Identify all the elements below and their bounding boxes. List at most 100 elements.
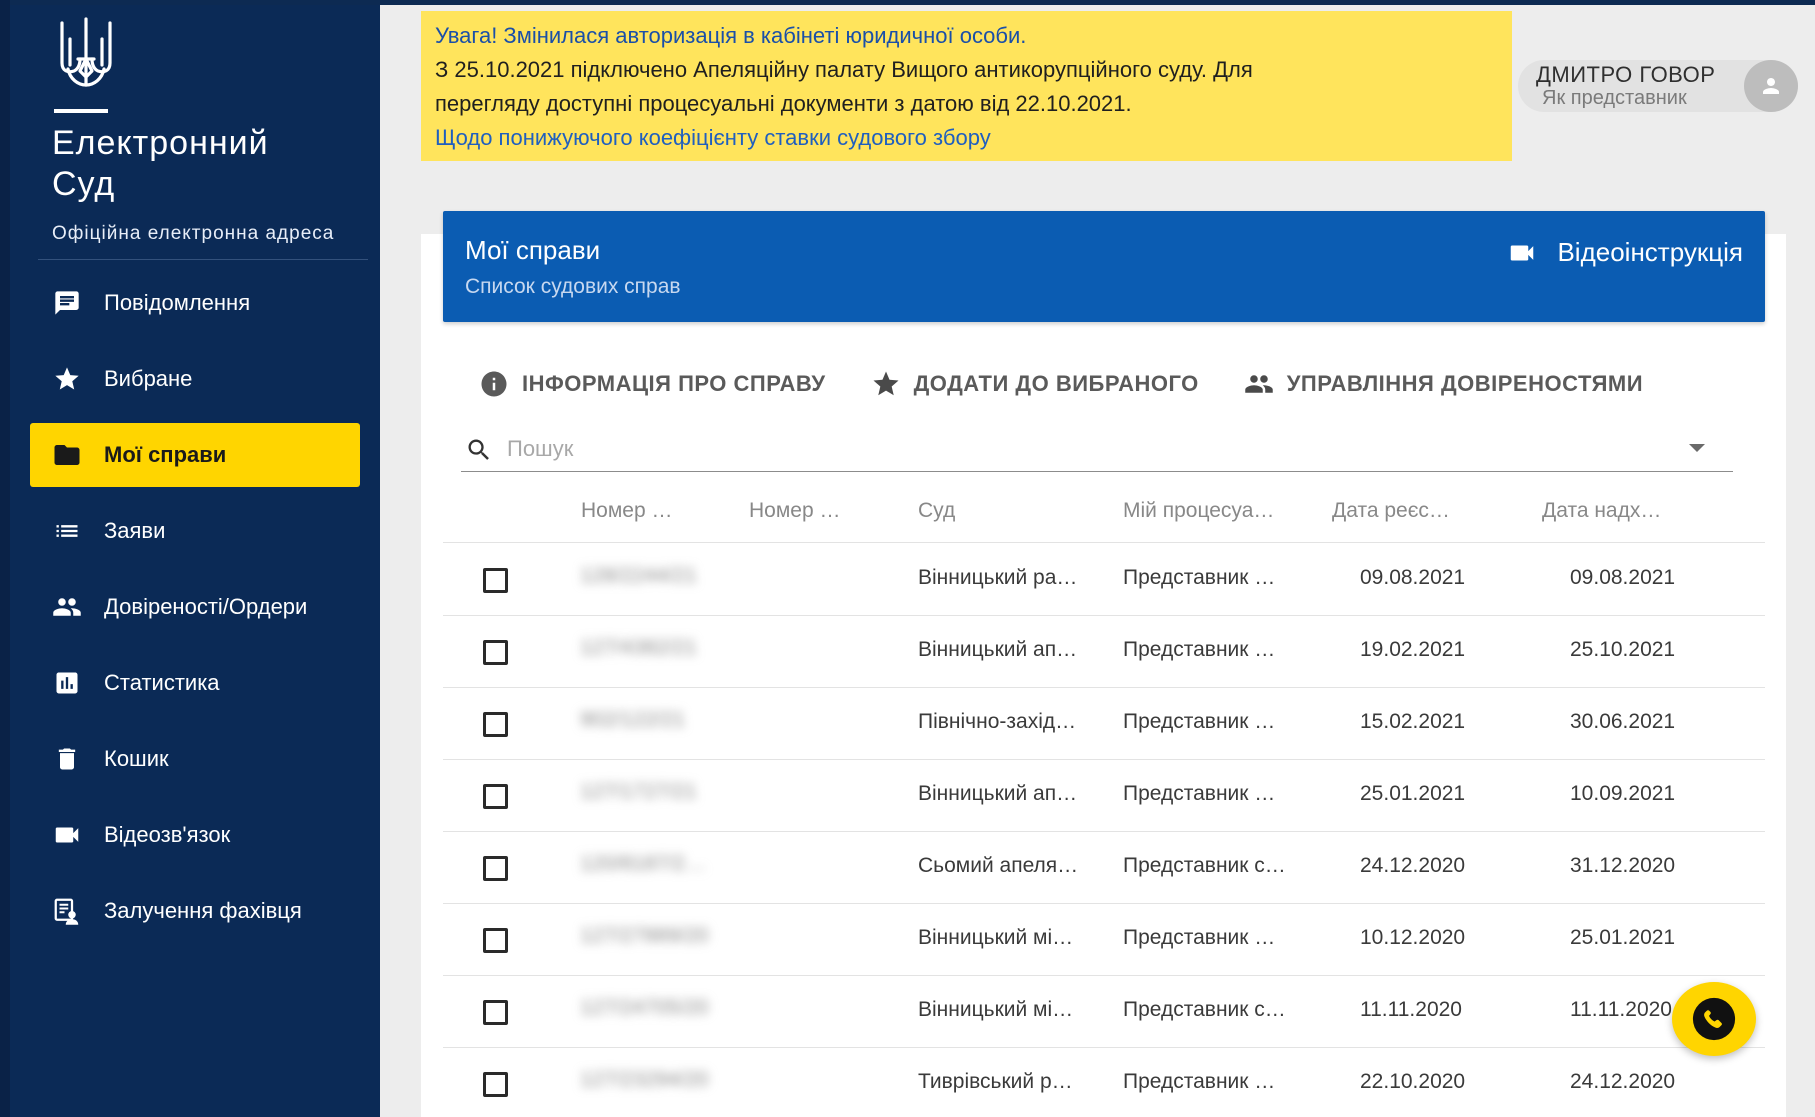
sidebar-item-label: Відеозв'язок: [104, 822, 231, 847]
add-to-favorites-button[interactable]: ДОДАТИ ДО ВИБРАНОГО: [870, 368, 1199, 400]
case-number: 127/4382/21: [580, 636, 697, 659]
chart-icon: [52, 668, 82, 698]
sidebar-divider: [38, 259, 368, 260]
column-header-role[interactable]: Мій процесуа…: [1123, 499, 1274, 523]
received-date: 24.12.2020: [1570, 1070, 1676, 1093]
row-checkbox[interactable]: [483, 712, 508, 737]
star-icon: [870, 368, 902, 400]
court-name: Вінницький мі…: [918, 926, 1074, 949]
procedural-role: Представник с…: [1123, 854, 1286, 877]
received-date: 25.01.2021: [1570, 926, 1676, 949]
table-row[interactable]: 127/24705/20 Вінницький мі… Представник …: [443, 976, 1765, 1048]
chevron-down-icon[interactable]: [1689, 444, 1705, 452]
row-checkbox[interactable]: [483, 640, 508, 665]
column-header-case-number[interactable]: Номер …: [581, 499, 672, 523]
case-number: 128/2244/21: [580, 564, 697, 587]
sidebar-item-label: Залучення фахівця: [104, 898, 302, 923]
row-checkbox[interactable]: [483, 1072, 508, 1097]
case-info-label: ІНФОРМАЦІЯ ПРО СПРАВУ: [522, 371, 826, 396]
row-checkbox[interactable]: [483, 784, 508, 809]
video-instruction-button[interactable]: Відеоінструкція: [1507, 237, 1743, 268]
search-bar: [461, 426, 1733, 472]
sidebar-nav: Повідомлення Вибране Мої справи Заяви До…: [30, 271, 360, 955]
received-date: 31.12.2020: [1570, 854, 1676, 877]
row-checkbox[interactable]: [483, 856, 508, 881]
table-row[interactable]: 127/27889/20 Вінницький мі… Представник …: [443, 904, 1765, 976]
court-name: Тиврівський р…: [918, 1070, 1073, 1093]
brand-subtitle: Офіційна електронна адреса: [52, 223, 335, 244]
list-icon: [52, 516, 82, 546]
column-header-court[interactable]: Суд: [918, 499, 955, 523]
procedural-role: Представник …: [1123, 566, 1276, 589]
row-checkbox[interactable]: [483, 568, 508, 593]
sidebar-item-label: Статистика: [104, 670, 220, 695]
registration-date: 10.12.2020: [1360, 926, 1466, 949]
procedural-role: Представник с…: [1123, 998, 1286, 1021]
column-header-received-date[interactable]: Дата надх…: [1542, 499, 1661, 523]
phone-icon: [1692, 997, 1736, 1041]
case-number: 127/1727/21: [580, 780, 697, 803]
received-date: 10.09.2021: [1570, 782, 1676, 805]
video-icon: [52, 820, 82, 850]
sidebar-item-video-call[interactable]: Відеозв'язок: [30, 803, 360, 867]
registration-date: 25.01.2021: [1360, 782, 1466, 805]
message-icon: [52, 288, 82, 318]
sidebar: Електронний Суд Офіційна електронна адре…: [10, 5, 380, 1117]
table-row[interactable]: 120/8187/2… Сьомий апеля… Представник с……: [443, 832, 1765, 904]
table-row[interactable]: 127/4382/21 Вінницький ап… Представник ……: [443, 616, 1765, 688]
avatar[interactable]: [1744, 60, 1798, 112]
people-icon: [52, 592, 82, 622]
sidebar-item-messages[interactable]: Повідомлення: [30, 271, 360, 335]
search-input[interactable]: [507, 432, 1657, 466]
brand-underline: [54, 109, 108, 113]
alert-link[interactable]: Щодо понижуючого коефіцієнту ставки судо…: [435, 121, 1498, 155]
column-header-number[interactable]: Номер …: [749, 499, 840, 523]
court-name: Вінницький ап…: [918, 782, 1078, 805]
registration-date: 11.11.2020: [1360, 998, 1462, 1021]
row-checkbox[interactable]: [483, 928, 508, 953]
manage-proxies-button[interactable]: УПРАВЛІННЯ ДОВІРЕНОСТЯМИ: [1243, 368, 1643, 400]
alert-headline: Увага! Змінилася авторизація в кабінеті …: [435, 23, 1027, 48]
case-number: 902/122/21: [580, 708, 686, 731]
sidebar-item-proxies[interactable]: Довіреності/Ордери: [30, 575, 360, 639]
table-row[interactable]: 902/122/21 Північно-захід… Представник ……: [443, 688, 1765, 760]
registration-date: 09.08.2021: [1360, 566, 1466, 589]
sidebar-item-trash[interactable]: Кошик: [30, 727, 360, 791]
sidebar-item-expert[interactable]: Залучення фахівця: [30, 879, 360, 943]
video-icon: [1511, 245, 1534, 260]
people-icon: [1243, 368, 1275, 400]
court-name: Вінницький ра…: [918, 566, 1078, 589]
column-header-reg-date[interactable]: Дата реєс…: [1332, 499, 1450, 523]
call-support-button[interactable]: [1672, 982, 1756, 1056]
sidebar-item-applications[interactable]: Заяви: [30, 499, 360, 563]
received-date: 11.11.2020: [1570, 998, 1672, 1021]
manage-proxies-label: УПРАВЛІННЯ ДОВІРЕНОСТЯМИ: [1286, 371, 1644, 396]
sidebar-item-label: Повідомлення: [104, 290, 251, 315]
case-info-button[interactable]: ІНФОРМАЦІЯ ПРО СПРАВУ: [478, 368, 826, 400]
registration-date: 19.02.2021: [1360, 638, 1466, 661]
sidebar-item-my-cases[interactable]: Мої справи: [30, 423, 360, 487]
star-icon: [52, 364, 82, 394]
page-title: Мої справи: [465, 235, 601, 265]
page-subtitle: Список судових справ: [465, 275, 681, 298]
court-name: Сьомий апеля…: [918, 854, 1079, 877]
sidebar-item-label: Вибране: [104, 366, 193, 391]
table-row[interactable]: 127/1727/21 Вінницький ап… Представник ……: [443, 760, 1765, 832]
court-name: Вінницький ап…: [918, 638, 1078, 661]
court-name: Вінницький мі…: [918, 998, 1074, 1021]
sidebar-item-label: Довіреності/Ордери: [104, 594, 308, 619]
sidebar-item-statistics[interactable]: Статистика: [30, 651, 360, 715]
sidebar-item-favorites[interactable]: Вибране: [30, 347, 360, 411]
procedural-role: Представник …: [1123, 1070, 1276, 1093]
cases-card-header: Мої справи Список судових справ Відеоінс…: [443, 211, 1765, 322]
table-row[interactable]: 127/23294/20 Тиврівський р… Представник …: [443, 1048, 1765, 1117]
case-number: 120/8187/2…: [580, 852, 707, 875]
row-checkbox[interactable]: [483, 1000, 508, 1025]
left-border: [0, 0, 10, 1117]
case-number: 127/24705/20: [580, 996, 709, 1019]
trident-emblem-icon: [60, 17, 112, 87]
folder-icon: [52, 440, 82, 470]
registration-date: 15.02.2021: [1360, 710, 1466, 733]
user-chip[interactable]: ДМИТРО ГОВОР Як представник: [1518, 60, 1798, 112]
table-row[interactable]: 128/2244/21 Вінницький ра… Представник ……: [443, 544, 1765, 616]
